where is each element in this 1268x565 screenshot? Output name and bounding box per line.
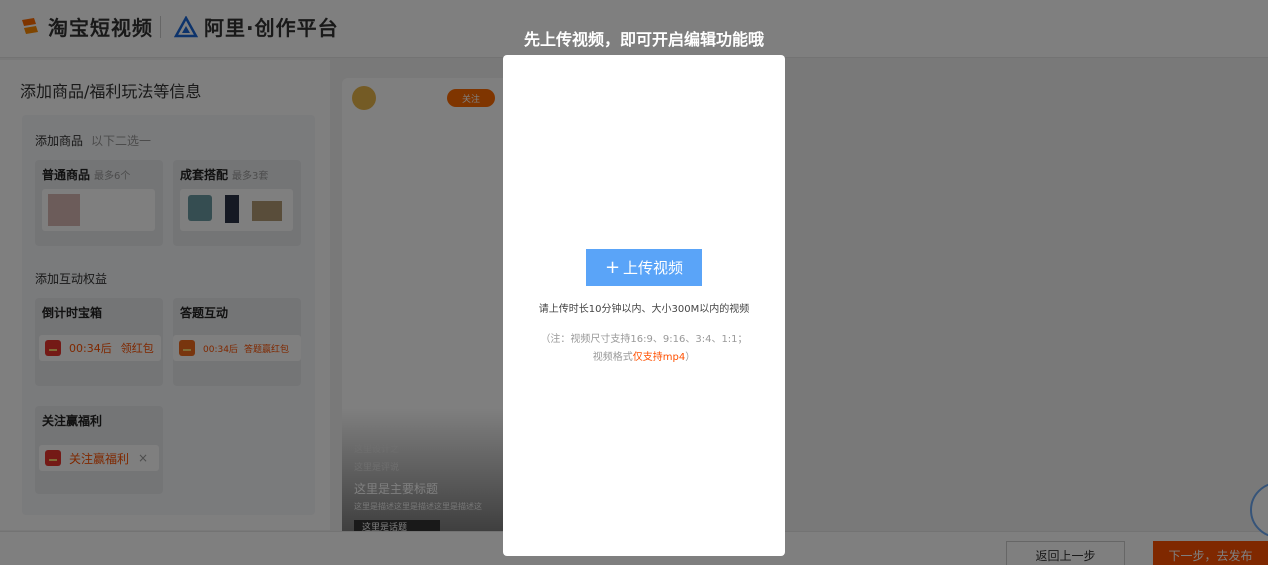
upload-format-note: （注：视频尺寸支持16:9、9:16、3:4、1:1； 视频格式仅支持mp4） [503, 331, 785, 367]
upload-note-line2: 视频格式仅支持mp4） [503, 349, 785, 367]
note-format-highlight: 仅支持mp4 [632, 352, 686, 363]
note-format-prefix: 视频格式 [592, 352, 633, 363]
upload-video-button[interactable]: + 上传视频 [586, 249, 702, 286]
upload-requirement: 请上传时长10分钟以内、大小300M以内的视频 [538, 304, 750, 315]
upload-note-line1: （注：视频尺寸支持16:9、9:16、3:4、1:1； [540, 334, 748, 345]
upload-video-label: 上传视频 [623, 259, 684, 277]
modal-heading: 先上传视频，即可开启编辑功能哦 [523, 30, 764, 49]
plus-icon: + [604, 257, 621, 278]
note-format-suffix: ） [685, 352, 696, 363]
upload-modal: + 上传视频 请上传时长10分钟以内、大小300M以内的视频 （注：视频尺寸支持… [503, 55, 785, 556]
